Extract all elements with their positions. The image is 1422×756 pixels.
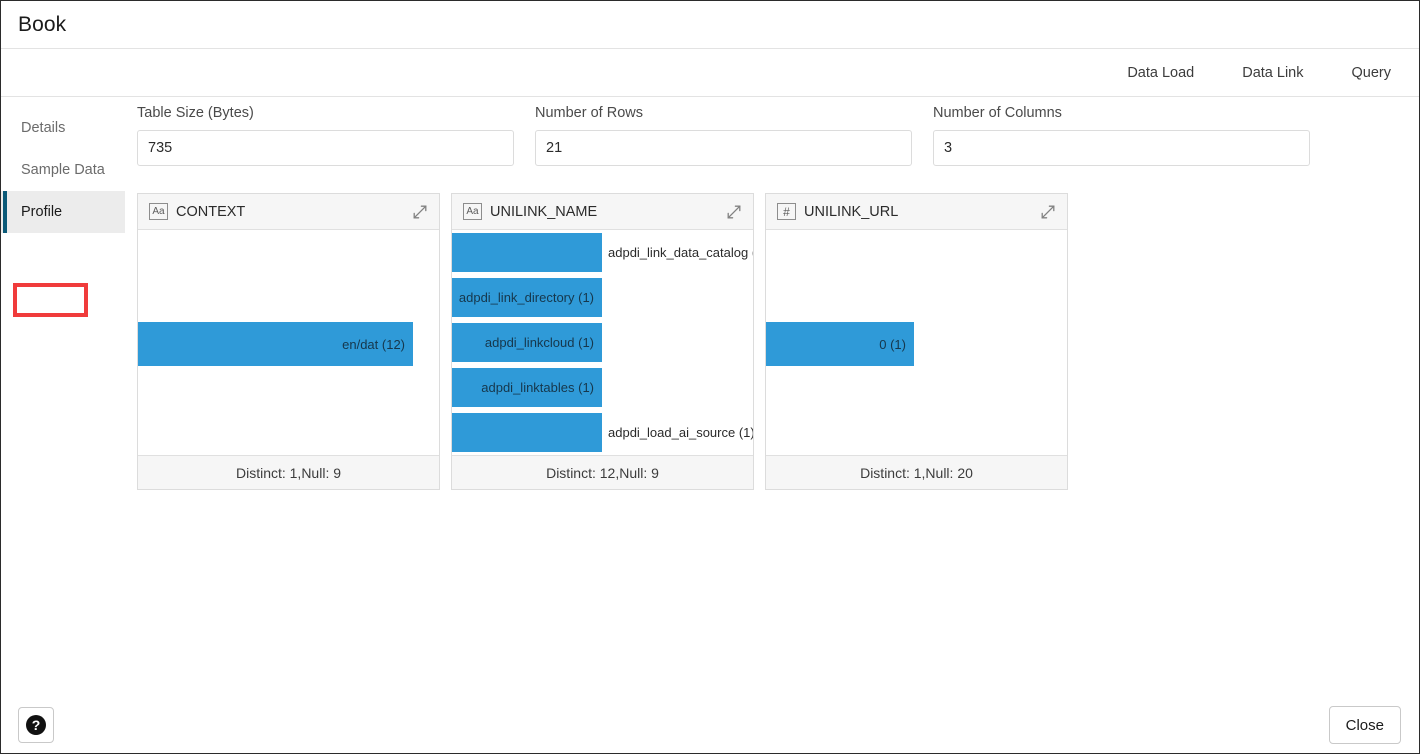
- left-sidebar: Details Sample Data Profile: [1, 97, 125, 703]
- field-label-number-of-columns: Number of Columns: [933, 105, 1062, 121]
- dialog-footer: ? Close: [1, 697, 1419, 753]
- top-nav-bar: Data Load Data Link Query: [1, 49, 1419, 97]
- profile-content-panel: Table Size (Bytes) Number of Rows Number…: [125, 97, 1419, 703]
- chart-bar-row: 0 (1): [766, 322, 1067, 366]
- close-button[interactable]: Close: [1328, 706, 1401, 744]
- chart-bar-label: en/dat (12): [342, 336, 405, 352]
- chart-bar-row: adpdi_linkcloud (1): [452, 323, 753, 362]
- profile-cards-row: Aa CONTEXT en/dat (12) Distinct: 1,Null: 9A…: [137, 193, 1419, 490]
- chart-bar[interactable]: adpdi_link_directory (1): [452, 278, 602, 317]
- profile-card-stats: Distinct: 1,Null: 9: [138, 455, 439, 489]
- text-type-icon: Aa: [463, 203, 482, 220]
- chart-bar-row: adpdi_link_directory (1): [452, 278, 753, 317]
- expand-icon[interactable]: [1039, 203, 1057, 221]
- number-of-columns-input[interactable]: [933, 130, 1310, 166]
- profile-card-chart: adpdi_link_data_catalog (1) adpdi_link_di…: [452, 230, 753, 455]
- nav-item-query[interactable]: Query: [1342, 59, 1402, 87]
- chart-bar-row: adpdi_load_ai_source (1): [452, 413, 753, 452]
- sidebar-item-details[interactable]: Details: [1, 107, 125, 149]
- chart-bar-row: en/dat (12): [138, 322, 439, 366]
- nav-item-data-load[interactable]: Data Load: [1117, 59, 1204, 87]
- chart-bar-label: adpdi_link_directory (1): [458, 290, 594, 305]
- profile-card-header: Aa CONTEXT: [138, 194, 439, 230]
- chart-bar-label: adpdi_linktables (1): [481, 380, 594, 395]
- sidebar-item-label: Profile: [21, 204, 63, 220]
- profile-card-header: Aa UNILINK_NAME: [452, 194, 753, 230]
- highlight-annotation-box: [13, 283, 88, 317]
- field-table-size: Table Size (Bytes): [137, 105, 514, 166]
- chart-bar-row: adpdi_linktables (1): [452, 368, 753, 407]
- question-mark-icon: ?: [26, 715, 46, 735]
- chart-bar[interactable]: adpdi_linktables (1): [452, 368, 602, 407]
- chart-bar[interactable]: [452, 233, 602, 272]
- profile-card-title: CONTEXT: [176, 203, 246, 220]
- chart-bar[interactable]: 0 (1): [766, 322, 914, 366]
- numeric-type-icon: #: [777, 203, 796, 220]
- text-type-icon: Aa: [149, 203, 168, 220]
- profile-card-chart: en/dat (12): [138, 230, 439, 455]
- sidebar-item-label: Details: [21, 120, 66, 136]
- sidebar-item-label: Sample Data: [21, 162, 105, 178]
- book-dialog-window: Book Data Load Data Link Query Details S…: [0, 0, 1420, 754]
- field-label-number-of-rows: Number of Rows: [535, 105, 643, 121]
- expand-icon[interactable]: [411, 203, 429, 221]
- sidebar-item-sample-data[interactable]: Sample Data: [1, 149, 125, 191]
- profile-card-stats: Distinct: 12,Null: 9: [452, 455, 753, 489]
- table-size-input[interactable]: [137, 130, 514, 166]
- profile-card: Aa CONTEXT en/dat (12) Distinct: 1,Null: 9: [137, 193, 440, 490]
- page-title: Book: [18, 12, 67, 36]
- chart-bar-label: adpdi_linkcloud (1): [484, 335, 594, 350]
- profile-card: Aa UNILINK_NAME adpdi_link_data_catalog (1…: [451, 193, 754, 490]
- nav-item-data-link[interactable]: Data Link: [1232, 59, 1313, 87]
- profile-card-chart: 0 (1): [766, 230, 1067, 455]
- help-button[interactable]: ?: [18, 707, 54, 743]
- dialog-titlebar: Book: [1, 1, 1419, 49]
- chart-bar[interactable]: adpdi_linkcloud (1): [452, 323, 602, 362]
- chart-bar[interactable]: [452, 413, 602, 452]
- profile-card-title: UNILINK_URL: [804, 203, 899, 220]
- number-of-rows-input[interactable]: [535, 130, 912, 166]
- chart-bar-row: adpdi_link_data_catalog (1): [452, 233, 753, 272]
- field-label-table-size: Table Size (Bytes): [137, 105, 254, 121]
- selected-indicator: [3, 191, 7, 233]
- profile-card-header: # UNILINK_URL: [766, 194, 1067, 230]
- profile-card-title: UNILINK_NAME: [490, 203, 598, 220]
- profile-card: # UNILINK_URL 0 (1) Distinct: 1,Null: 20: [765, 193, 1068, 490]
- summary-fields-row: Table Size (Bytes) Number of Rows Number…: [137, 105, 1419, 166]
- dialog-body: Details Sample Data Profile Table Size (…: [1, 97, 1419, 703]
- profile-card-stats: Distinct: 1,Null: 20: [766, 455, 1067, 489]
- sidebar-item-profile[interactable]: Profile: [1, 191, 125, 233]
- field-number-of-rows: Number of Rows: [535, 105, 912, 166]
- expand-icon[interactable]: [725, 203, 743, 221]
- chart-bar[interactable]: en/dat (12): [138, 322, 413, 366]
- chart-bar-label: 0 (1): [879, 336, 906, 352]
- field-number-of-columns: Number of Columns: [933, 105, 1310, 166]
- chart-bar-label: adpdi_link_data_catalog (1): [608, 245, 753, 260]
- chart-bar-label: adpdi_load_ai_source (1): [608, 425, 753, 440]
